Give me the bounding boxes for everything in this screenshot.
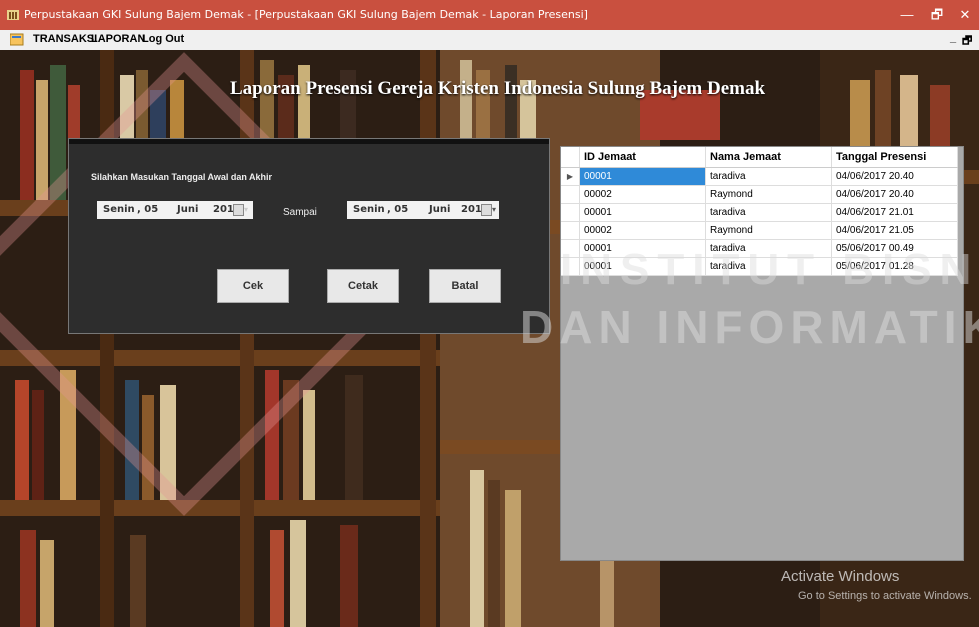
page-title: Laporan Presensi Gereja Kristen Indonesi… <box>230 78 766 99</box>
grid-header-row: ID Jemaat Nama Jemaat Tanggal Presensi <box>561 147 958 168</box>
cell-tanggal[interactable]: 04/06/2017 20.40 <box>831 185 958 204</box>
table-row[interactable]: ▶ 00001 taradiva 04/06/2017 20.40 <box>561 167 958 186</box>
menu-logout[interactable]: Log Out <box>142 33 184 45</box>
cek-button[interactable]: Cek <box>217 269 289 303</box>
end-date-date: , 05 <box>387 204 409 215</box>
date-range-label: Silahkan Masukan Tanggal Awal dan Akhir <box>91 172 273 182</box>
column-header-id[interactable]: ID Jemaat <box>579 147 706 168</box>
library-app-icon <box>7 10 19 20</box>
end-calendar-icon[interactable] <box>481 204 492 216</box>
end-date-day: Senin <box>353 204 385 215</box>
table-row[interactable]: 00002 Raymond 04/06/2017 20.40 <box>561 185 958 204</box>
cell-nama[interactable]: taradiva <box>705 167 832 186</box>
activate-windows-subtitle: Go to Settings to activate Windows. <box>798 590 972 602</box>
cell-nama[interactable]: Raymond <box>705 185 832 204</box>
cell-tanggal[interactable]: 04/06/2017 20.40 <box>831 167 958 186</box>
minimize-button[interactable]: — <box>892 4 922 26</box>
start-calendar-icon[interactable] <box>233 204 244 216</box>
end-dropdown-icon[interactable]: ▾ <box>492 205 496 214</box>
start-date-picker[interactable]: Senin , 05 Juni 2017 <box>97 201 253 219</box>
row-header[interactable] <box>561 203 580 222</box>
cell-tanggal[interactable]: 04/06/2017 21.05 <box>831 221 958 240</box>
maximize-button[interactable]: 🗗 <box>922 4 952 26</box>
column-header-nama[interactable]: Nama Jemaat <box>705 147 832 168</box>
cell-nama[interactable]: taradiva <box>705 203 832 222</box>
cell-id[interactable]: 00002 <box>579 185 706 204</box>
menu-transaksi[interactable]: TRANSAKSI <box>33 33 97 45</box>
menu-laporan[interactable]: LAPORAN <box>91 33 145 45</box>
start-dropdown-icon[interactable]: ▾ <box>244 205 248 214</box>
cell-nama[interactable]: Raymond <box>705 221 832 240</box>
activate-windows-title: Activate Windows <box>781 568 900 585</box>
window-titlebar: Perpustakaan GKI Sulung Bajem Demak - [P… <box>0 0 979 30</box>
end-date-picker[interactable]: Senin , 05 Juni 2017 <box>347 201 499 219</box>
menu-bar: TRANSAKSI LAPORAN Log Out _ 🗗 <box>0 30 979 50</box>
watermark-line-1: INSTITUT BISNI <box>560 245 979 294</box>
table-row[interactable]: 00002 Raymond 04/06/2017 21.05 <box>561 221 958 240</box>
panel-top-border <box>69 139 549 144</box>
start-date-month: Juni <box>177 204 199 215</box>
cell-tanggal[interactable]: 04/06/2017 21.01 <box>831 203 958 222</box>
cell-id[interactable]: 00001 <box>579 203 706 222</box>
sampai-label: Sampai <box>283 207 317 218</box>
row-header[interactable] <box>561 185 580 204</box>
current-row-indicator: ▶ <box>561 167 580 186</box>
table-row[interactable]: 00001 taradiva 04/06/2017 21.01 <box>561 203 958 222</box>
close-button[interactable]: ✕ <box>950 4 979 26</box>
start-date-date: , 05 <box>137 204 159 215</box>
mdi-restore-button[interactable]: 🗗 <box>962 32 972 51</box>
watermark-line-2: DAN INFORMATIK <box>520 301 979 353</box>
batal-button[interactable]: Batal <box>429 269 501 303</box>
cell-id[interactable]: 00002 <box>579 221 706 240</box>
cell-id[interactable]: 00001 <box>579 167 706 186</box>
end-date-month: Juni <box>429 204 451 215</box>
window-title: Perpustakaan GKI Sulung Bajem Demak - [P… <box>24 8 588 21</box>
start-date-day: Senin <box>103 204 135 215</box>
row-header[interactable] <box>561 221 580 240</box>
row-header-corner <box>561 147 580 168</box>
mdi-form-icon <box>10 33 24 46</box>
column-header-tanggal[interactable]: Tanggal Presensi <box>831 147 958 168</box>
date-filter-panel: Silahkan Masukan Tanggal Awal dan Akhir … <box>68 138 550 334</box>
cetak-button[interactable]: Cetak <box>327 269 399 303</box>
mdi-minimize-button[interactable]: _ <box>950 32 956 44</box>
